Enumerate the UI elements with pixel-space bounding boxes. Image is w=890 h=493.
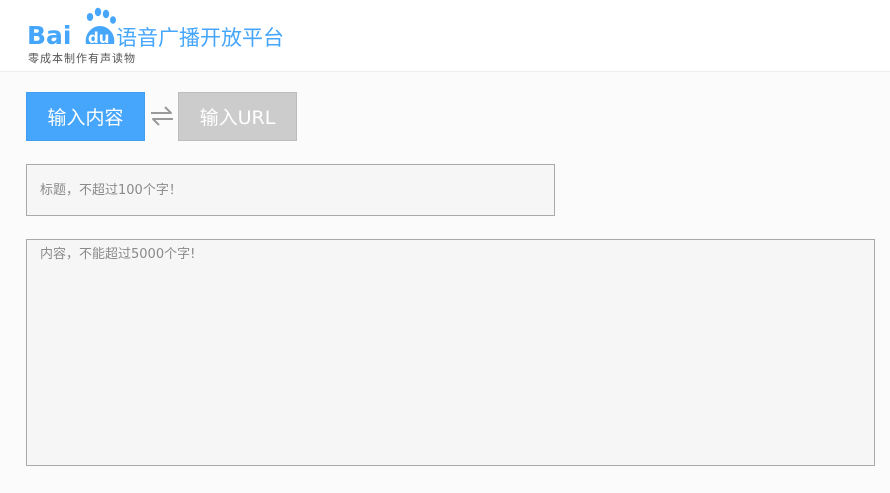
baidu-logo[interactable]: Bai du 语音广播开放平台 (26, 6, 306, 50)
title-input[interactable] (26, 164, 555, 216)
svg-text:Bai: Bai (27, 21, 72, 50)
svg-text:du: du (88, 29, 109, 47)
header: Bai du 语音广播开放平台 零成本制作有声读物 (0, 0, 890, 72)
content-textarea[interactable] (26, 239, 875, 466)
tab-input-content[interactable]: 输入内容 (26, 92, 145, 141)
svg-text:语音广播开放平台: 语音广播开放平台 (116, 26, 284, 50)
tagline: 零成本制作有声读物 (28, 52, 136, 65)
swap-arrows-icon[interactable] (149, 104, 175, 128)
baidu-logo-graphic: Bai du 语音广播开放平台 (27, 7, 284, 50)
tab-input-url[interactable]: 输入URL (178, 92, 297, 141)
